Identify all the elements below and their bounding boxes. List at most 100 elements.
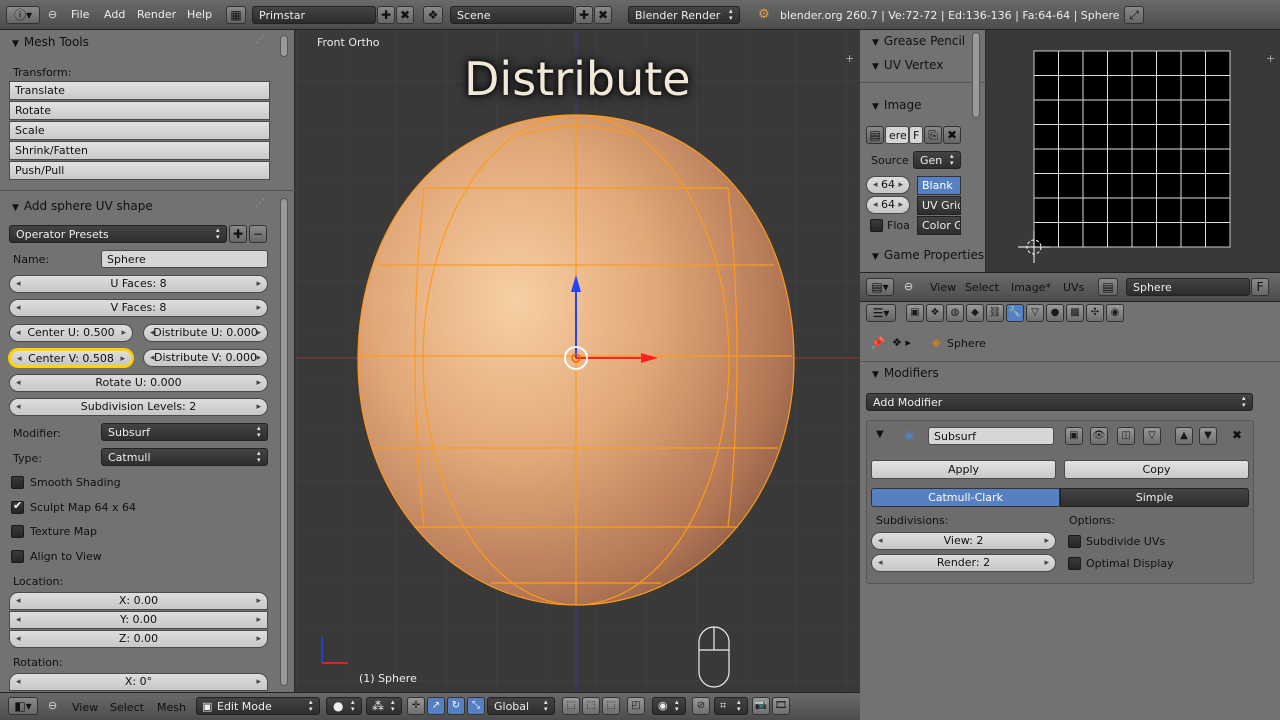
collapse-menu-icon[interactable]: ⊖ <box>904 280 913 293</box>
texture-tab-icon[interactable]: ▩ <box>1066 304 1084 322</box>
uv-canvas[interactable] <box>986 30 1280 272</box>
subdivision-levels-field[interactable]: Subdivision Levels: 2 <box>9 398 268 416</box>
physics-tab-icon[interactable]: ◉ <box>1106 304 1124 322</box>
menu-file[interactable]: File <box>71 8 89 21</box>
snap-toggle-icon[interactable]: ⊘ <box>692 697 710 715</box>
source-dropdown[interactable]: Gen <box>913 151 961 169</box>
remove-scene-icon[interactable]: ✖ <box>594 6 612 24</box>
scale-button[interactable]: Scale <box>9 121 270 140</box>
color-grid-type-button[interactable]: Color G <box>917 216 961 235</box>
subdivision-render-field[interactable]: Render: 2 <box>871 554 1056 572</box>
drag-handle-icon[interactable]: ⋰ <box>255 198 265 209</box>
collapse-menu-icon[interactable]: ⊖ <box>48 699 57 712</box>
fullscreen-icon[interactable]: ⤢ <box>1124 6 1144 24</box>
editor-type-properties-icon[interactable]: ☰▾ <box>866 304 896 322</box>
menu-help[interactable]: Help <box>187 8 212 21</box>
center-v-field[interactable]: Center V: 0.508 <box>9 349 133 367</box>
translate-button[interactable]: Translate <box>9 81 270 100</box>
copy-button[interactable]: Copy <box>1064 460 1249 479</box>
world-tab-icon[interactable]: ◍ <box>946 304 964 322</box>
menu-render[interactable]: Render <box>137 8 176 21</box>
editor-type-3d-icon[interactable]: ◧▾ <box>8 697 38 715</box>
image-open-icon[interactable]: ⎘ <box>924 126 942 144</box>
rotate-manipulator-icon[interactable]: ↻ <box>447 697 465 715</box>
viewport-menu-select[interactable]: Select <box>110 701 144 714</box>
3d-viewport[interactable]: Front Ortho Distribute (1) Sphere + <box>296 30 859 692</box>
name-field[interactable]: Sphere <box>101 250 268 268</box>
subdivision-view-field[interactable]: View: 2 <box>871 532 1056 550</box>
shading-dropdown[interactable] <box>326 697 362 715</box>
simple-tab[interactable]: Simple <box>1060 488 1249 507</box>
orientation-dropdown[interactable]: Global <box>487 697 555 715</box>
render-engine-dropdown[interactable]: Blender Render <box>628 6 740 24</box>
operator-scrollbar[interactable] <box>280 198 288 686</box>
object-tab-icon[interactable]: ◆ <box>966 304 984 322</box>
catmull-clark-tab[interactable]: Catmull-Clark <box>871 488 1060 507</box>
grease-pencil-header[interactable]: Grease Pencil <box>872 34 965 48</box>
translate-manipulator-icon[interactable]: ↗ <box>427 697 445 715</box>
add-scene-icon[interactable]: ✚ <box>575 6 593 24</box>
viewport-menu-view[interactable]: View <box>72 701 98 714</box>
viewport-toggle-icon[interactable]: 👁 <box>1090 427 1108 445</box>
push-pull-button[interactable]: Push/Pull <box>9 161 270 180</box>
viewport-menu-mesh[interactable]: Mesh <box>157 701 186 714</box>
uv-vertex-header[interactable]: UV Vertex <box>872 58 943 72</box>
render-toggle-icon[interactable]: ▣ <box>1065 427 1083 445</box>
uv-properties-toggle-icon[interactable]: + <box>1266 52 1275 65</box>
cage-toggle-icon[interactable]: ▽ <box>1143 427 1161 445</box>
remove-screen-icon[interactable]: ✖ <box>396 6 414 24</box>
image-browse-icon[interactable]: ▤ <box>866 126 884 144</box>
collapse-menu-icon[interactable]: ⊖ <box>48 8 57 21</box>
modifiers-tab-icon[interactable]: 🔧 <box>1006 304 1024 322</box>
game-properties-header[interactable]: Game Properties <box>872 248 984 262</box>
scene-field[interactable]: Scene <box>450 6 574 24</box>
location-y-field[interactable]: Y: 0.00 <box>9 611 268 629</box>
editmode-toggle-icon[interactable]: ◫ <box>1117 427 1135 445</box>
scene-tab-icon[interactable]: ❖ <box>926 304 944 322</box>
shrink-fatten-button[interactable]: Shrink/Fatten <box>9 141 270 160</box>
image-menu-image[interactable]: Image* <box>1011 281 1051 294</box>
particles-tab-icon[interactable]: ✣ <box>1086 304 1104 322</box>
remove-preset-icon[interactable]: − <box>249 225 267 243</box>
location-x-field[interactable]: X: 0.00 <box>9 592 268 610</box>
modifiers-header[interactable]: Modifiers <box>872 366 939 380</box>
operator-presets-dropdown[interactable]: Operator Presets <box>9 225 227 243</box>
mode-dropdown[interactable]: Edit Mode <box>196 697 320 715</box>
image-fake-user-button[interactable]: F <box>909 126 923 144</box>
edge-select-icon[interactable]: ⬚ <box>582 697 600 715</box>
type-dropdown[interactable]: Catmull <box>101 448 268 466</box>
location-z-field[interactable]: Z: 0.00 <box>9 630 268 648</box>
image-browse-icon[interactable]: ▤ <box>1098 278 1118 296</box>
occlude-geometry-icon[interactable]: ◰ <box>627 697 645 715</box>
render-tab-icon[interactable]: ▣ <box>906 304 924 322</box>
tools-scrollbar[interactable] <box>280 35 288 57</box>
screen-layout-icon[interactable]: ▦ <box>226 6 246 24</box>
modifier-name-field[interactable]: Subsurf <box>928 427 1054 445</box>
render-animation-icon[interactable]: 🎞 <box>772 697 790 715</box>
u-faces-field[interactable]: U Faces: 8 <box>9 275 268 293</box>
align-to-view-checkbox[interactable] <box>11 550 24 563</box>
editor-type-info-icon[interactable]: ⓘ▾ <box>6 6 40 24</box>
scene-icon[interactable]: ❖ <box>423 6 443 24</box>
render-still-icon[interactable]: 📷 <box>752 697 770 715</box>
distribute-v-field[interactable]: Distribute V: 0.000 <box>143 349 268 367</box>
editor-type-image-icon[interactable]: ▤▾ <box>866 278 894 296</box>
menu-add[interactable]: Add <box>104 8 125 21</box>
rotate-u-field[interactable]: Rotate U: 0.000 <box>9 374 268 392</box>
add-preset-icon[interactable]: ✚ <box>229 225 247 243</box>
image-header[interactable]: Image <box>872 98 922 112</box>
add-modifier-dropdown[interactable]: Add Modifier <box>866 393 1253 411</box>
uv-image-editor[interactable]: Grease Pencil UV Vertex Image ▤ ere F ⎘ … <box>860 30 1280 272</box>
sculpt-map-checkbox[interactable] <box>11 499 24 514</box>
move-up-icon[interactable]: ▲ <box>1175 427 1193 445</box>
remove-modifier-icon[interactable]: ✖ <box>1232 428 1242 442</box>
image-width-field[interactable]: 64 <box>866 176 910 194</box>
float-buffer-checkbox[interactable] <box>870 219 883 232</box>
rotate-button[interactable]: Rotate <box>9 101 270 120</box>
center-u-field[interactable]: Center U: 0.500 <box>9 324 133 342</box>
material-tab-icon[interactable]: ● <box>1046 304 1064 322</box>
image-name-field[interactable]: ere <box>885 126 909 144</box>
modifier-dropdown[interactable]: Subsurf <box>101 423 268 441</box>
constraints-tab-icon[interactable]: ⛓ <box>986 304 1004 322</box>
pin-icon[interactable]: 📌 <box>870 336 885 350</box>
